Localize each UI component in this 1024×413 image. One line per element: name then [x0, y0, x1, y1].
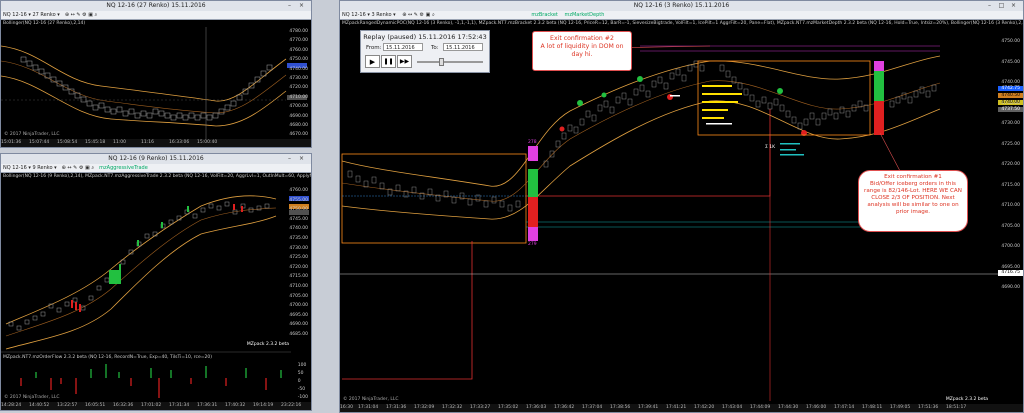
- badge-price-3: 4740.00: [1001, 100, 1020, 105]
- nine-renko-plot: [1, 195, 309, 398]
- price-axis: 4750.00 4745.00 4740.00 4735.00 4730.00 4725.…: [1001, 39, 1020, 290]
- nine-renko-chart-window: NQ 12-16 (9 Renko) 15.11.2016 – × NQ 12-…: [0, 153, 312, 411]
- badge-price-2: 4740.50: [1001, 93, 1020, 98]
- orderflow-scale: 100 50 0 -50 -100: [297, 363, 308, 400]
- block-label-279: 279: [528, 242, 537, 247]
- to-label: To:: [431, 45, 439, 51]
- orderflow-info: MZpack.NT7.mzOrderFlow 2.3.2 beta (NQ 12…: [3, 355, 212, 360]
- badge-price-4: 4737.50: [1001, 107, 1020, 112]
- replay-slider-handle[interactable]: [439, 58, 444, 66]
- sigma-label: Σ 1K: [765, 145, 776, 150]
- from-date-input[interactable]: 15.11.2016: [383, 43, 423, 51]
- mzpack-label: MZpack 2.3.2 beta: [246, 342, 289, 347]
- bollinger-chart-window: NQ 12-16 (27 Renko) 15.11.2016 – × NQ 12…: [0, 0, 312, 148]
- copyright: © 2017 NinjaTrader, LLC: [343, 397, 399, 402]
- price-axis: 4780.00 4770.00 4760.00 4750.00 4740.00 4730.…: [289, 29, 308, 138]
- bollinger-plot: [1, 27, 307, 141]
- exit-confirmation-2-callout: Exit confirmation #2 A lot of liquidity …: [532, 31, 632, 71]
- replay-speed-slider[interactable]: [417, 61, 483, 63]
- exit-confirmation-1-callout: Exit confirmation #1 Bid/Offer iceberg o…: [858, 170, 968, 232]
- play-icon[interactable]: ▶: [365, 55, 380, 68]
- from-label: From:: [366, 45, 382, 51]
- mzpack-label: MZpack 2.3.2 beta: [945, 397, 988, 402]
- copyright: © 2017 NinjaTrader, LLC: [4, 395, 60, 400]
- block-label-278: 278: [528, 140, 537, 145]
- to-date-input[interactable]: 15.11.2016: [443, 43, 483, 51]
- copyright: © 2017 NinjaTrader, LLC: [4, 132, 60, 137]
- pause-icon[interactable]: ❚❚: [381, 55, 396, 68]
- replay-panel[interactable]: Replay (paused) 15.11.2016 17:52:43 From…: [360, 30, 490, 73]
- price-axis: 4760.00 4755.00 4750.00 4745.00 4740.00 4735.…: [289, 188, 308, 337]
- time-axis: 15:01:36 15:07:44 15:08:54 15:45:18 11:00 11:…: [1, 139, 311, 147]
- current-price-marker: 4716.75: [1001, 270, 1020, 275]
- replay-title: Replay (paused) 15.11.2016 17:52:43: [363, 33, 487, 41]
- time-axis: 14:28:24 14:40:52 13:22:57 16:05:51 16:32:36…: [1, 402, 311, 410]
- badge-price-1: 4742.75: [1001, 86, 1020, 91]
- time-axis: 16:30 17:31:04 17:31:36 17:32:09 17:32:32 17:…: [340, 404, 1023, 412]
- fast-forward-icon[interactable]: ▶▶: [397, 55, 412, 68]
